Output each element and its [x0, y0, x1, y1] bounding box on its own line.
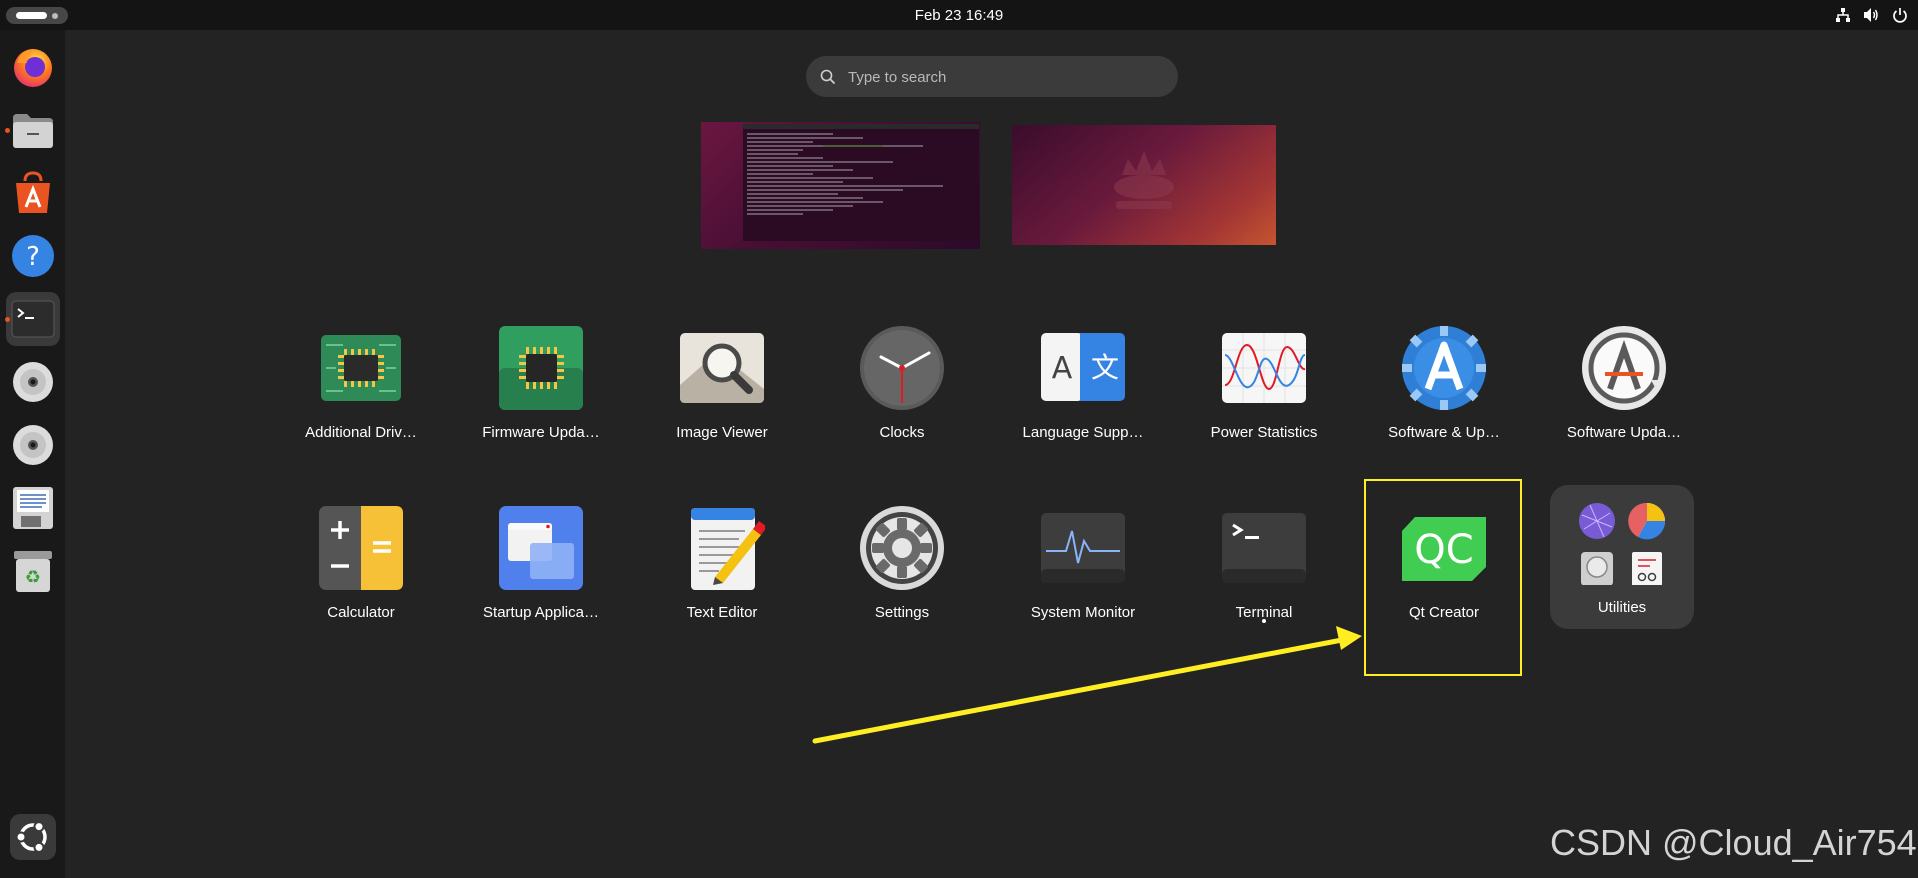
workspace-thumbnail-2[interactable] — [1012, 125, 1276, 245]
disc-icon — [13, 362, 53, 402]
app-image-viewer[interactable]: Image Viewer — [652, 315, 792, 465]
app-system-monitor[interactable]: System Monitor — [1013, 495, 1153, 645]
dock-item-help[interactable]: ? — [6, 229, 60, 283]
firefox-icon — [14, 49, 52, 87]
app-center-icon — [16, 171, 50, 213]
software-sources-icon — [1402, 326, 1486, 410]
search-bar[interactable] — [806, 56, 1178, 99]
trash-icon: ♻ — [14, 551, 52, 592]
terminal-text-lines — [747, 133, 943, 215]
app-calculator[interactable]: Calculator — [291, 495, 431, 645]
app-language-support[interactable]: A 文 Language Supp… — [1013, 315, 1153, 465]
app-label: Image Viewer — [676, 424, 768, 441]
network-icon[interactable] — [1835, 7, 1851, 23]
dock-item-files[interactable] — [5, 103, 60, 157]
running-indicator — [5, 317, 10, 322]
search-icon — [820, 69, 836, 85]
dock-item-floppy[interactable] — [6, 481, 60, 535]
watermark: CSDN @Cloud_Air754 — [1550, 822, 1917, 863]
running-indicator — [1262, 619, 1266, 623]
firmware-chip-icon — [499, 326, 583, 410]
terminal-icon — [11, 300, 55, 338]
help-icon: ? — [12, 235, 54, 277]
volume-icon[interactable] — [1863, 7, 1880, 23]
dock-item-firefox[interactable] — [6, 40, 60, 94]
app-software-and-updates[interactable]: Software & Up… — [1374, 315, 1514, 465]
app-label: Startup Applica… — [483, 604, 599, 621]
folder-label: Utilities — [1597, 599, 1647, 616]
terminal-icon — [1222, 513, 1306, 583]
dock-item-trash[interactable]: ♻ — [6, 544, 60, 598]
system-tray[interactable] — [1835, 6, 1908, 24]
calculator-icon — [319, 506, 403, 590]
power-icon[interactable] — [1892, 7, 1908, 23]
settings-gear-icon — [860, 506, 944, 590]
app-clocks[interactable]: Clocks — [832, 315, 972, 465]
dock: ? ♻ — [0, 30, 65, 878]
app-label: Calculator — [327, 604, 395, 621]
startup-apps-icon — [499, 506, 583, 590]
app-label: Text Editor — [686, 604, 758, 621]
svg-text:?: ? — [26, 242, 40, 272]
top-bar: Feb 23 16:49 — [0, 0, 1918, 30]
app-label: Software & Up… — [1388, 424, 1500, 441]
search-input[interactable] — [846, 56, 1150, 99]
app-text-editor[interactable]: Text Editor — [652, 495, 792, 645]
show-apps-button[interactable] — [6, 810, 60, 864]
app-startup-applications[interactable]: Startup Applica… — [471, 495, 611, 645]
app-label: Settings — [874, 604, 930, 621]
app-firmware-updater[interactable]: Firmware Upda… — [471, 315, 611, 465]
system-monitor-icon — [1041, 513, 1125, 583]
workspace-thumbnail-1[interactable] — [701, 122, 980, 249]
app-settings[interactable]: Settings — [832, 495, 972, 645]
svg-text:♻: ♻ — [25, 567, 41, 588]
dock-item-disc-1[interactable] — [6, 355, 60, 409]
app-label: System Monitor — [1030, 604, 1136, 621]
clock-icon — [860, 326, 944, 410]
highlight-box — [1364, 479, 1522, 676]
dock-item-app-center[interactable] — [6, 166, 60, 220]
image-viewer-icon — [680, 333, 764, 403]
text-editor-icon — [691, 508, 765, 590]
app-label: Clocks — [879, 424, 925, 441]
software-updater-icon — [1582, 326, 1666, 410]
app-folder-utilities[interactable]: Utilities — [1550, 485, 1694, 629]
svg-text:文: 文 — [1091, 351, 1119, 384]
folder-icon — [13, 114, 53, 148]
folder-grid-icon — [1579, 502, 1666, 585]
app-additional-drivers[interactable]: Additional Driv… — [291, 315, 431, 465]
chip-board-icon — [321, 335, 401, 401]
ubuntu-logo-icon — [10, 814, 56, 860]
app-label: Software Upda… — [1566, 424, 1682, 441]
language-icon: A 文 — [1041, 333, 1125, 401]
app-software-updater[interactable]: Software Upda… — [1554, 315, 1694, 465]
app-label: Power Statistics — [1210, 424, 1318, 441]
clock-datetime[interactable]: Feb 23 16:49 — [0, 7, 1918, 24]
dock-item-disc-2[interactable] — [6, 418, 60, 472]
app-label: Additional Driv… — [305, 424, 417, 441]
app-power-statistics[interactable]: Power Statistics — [1194, 315, 1334, 465]
disc-icon — [13, 425, 53, 465]
svg-text:A: A — [1052, 351, 1073, 386]
floppy-icon — [13, 487, 53, 529]
dock-item-terminal[interactable] — [5, 292, 60, 346]
app-label: Firmware Upda… — [482, 424, 600, 441]
app-terminal[interactable]: Terminal — [1194, 495, 1334, 645]
terminal-window-preview — [743, 124, 979, 241]
ubuntu-mascot-watermark-icon — [1114, 151, 1174, 209]
running-indicator — [5, 128, 10, 133]
power-statistics-icon — [1222, 333, 1306, 403]
app-label: Language Supp… — [1022, 424, 1144, 441]
